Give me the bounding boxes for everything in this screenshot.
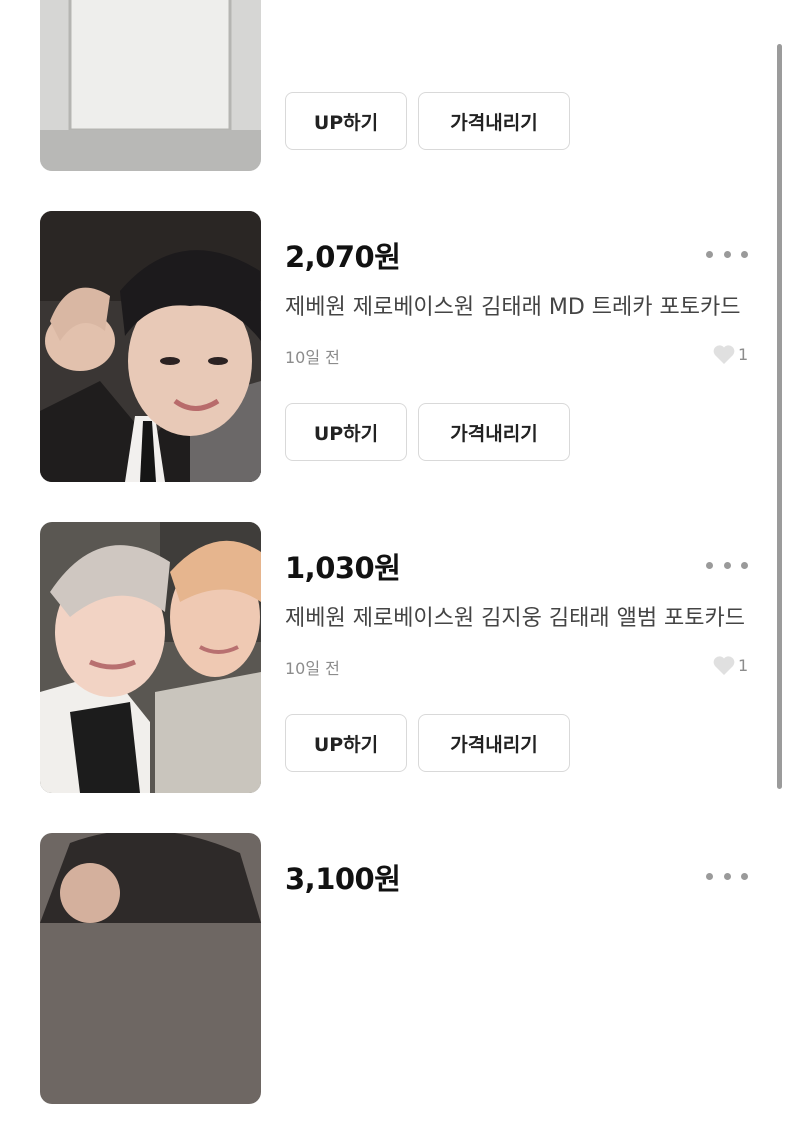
up-button[interactable]: UP하기 (285, 403, 407, 461)
item-title[interactable]: 제베원 제로베이스원 김태래 MD 트레카 포토카드 (285, 289, 747, 321)
list-item[interactable]: 2,070원 제베원 제로베이스원 김태래 MD 트레카 포토카드 10일 전 … (0, 211, 789, 522)
more-dots-icon[interactable] (706, 247, 748, 261)
item-price: 2,070원 (285, 240, 401, 274)
like-count: 1 (738, 655, 749, 675)
heart-icon (713, 656, 735, 675)
item-time: 10일 전 (285, 659, 340, 678)
more-dots-icon[interactable] (706, 558, 748, 572)
list-item[interactable]: 1,030원 제베원 제로베이스원 김지웅 김태래 앨범 포토카드 10일 전 … (0, 522, 789, 833)
like-counter: 1 (712, 654, 748, 676)
item-price: 1,030원 (285, 551, 401, 585)
price-down-button[interactable]: 가격내리기 (418, 714, 570, 772)
product-thumbnail[interactable] (40, 211, 261, 482)
like-counter: 1 (712, 343, 748, 365)
item-title[interactable]: 제베원 제로베이스원 김지웅 김태래 앨범 포토카드 (285, 600, 747, 632)
up-button[interactable]: UP하기 (285, 714, 407, 772)
list-item[interactable]: 3,100원 (0, 833, 789, 1144)
heart-icon (713, 345, 735, 364)
price-down-button[interactable]: 가격내리기 (418, 403, 570, 461)
list-item[interactable]: UP하기 가격내리기 (0, 0, 789, 211)
product-thumbnail[interactable] (40, 0, 261, 171)
product-thumbnail[interactable] (40, 522, 261, 793)
scrollbar[interactable] (777, 44, 782, 789)
item-time: 10일 전 (285, 348, 340, 367)
like-count: 1 (738, 344, 749, 364)
price-down-button[interactable]: 가격내리기 (418, 92, 570, 150)
up-button[interactable]: UP하기 (285, 92, 407, 150)
item-price: 3,100원 (285, 862, 401, 896)
product-thumbnail[interactable] (40, 833, 261, 1104)
more-dots-icon[interactable] (706, 869, 748, 883)
product-list: UP하기 가격내리기 2,070원 제베원 제로베이스원 김태래 MD 트레카 … (0, 0, 789, 1144)
